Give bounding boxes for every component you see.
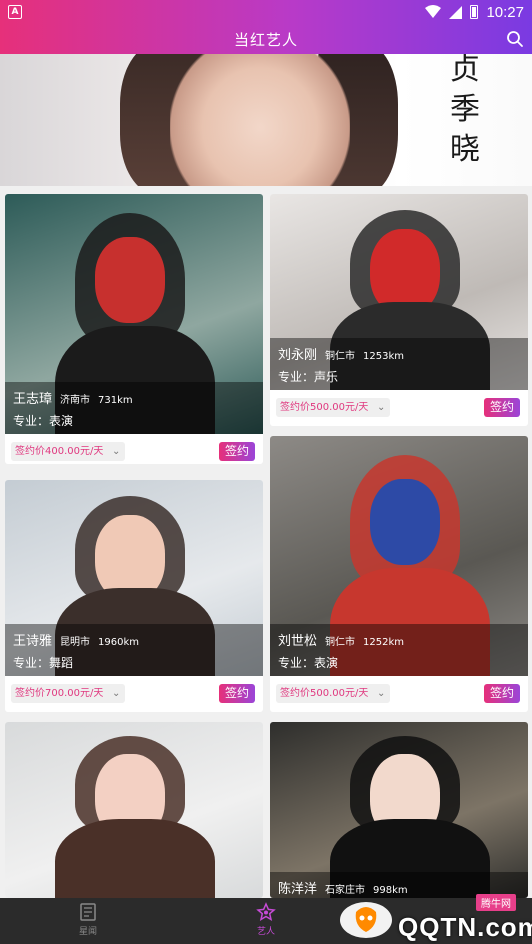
artist-card[interactable]: 陈洋洋 石家庄市 998km [270,722,528,898]
artist-city: 昆明市 [60,637,91,648]
chevron-down-icon: ⌄ [111,446,121,457]
artist-photo-face [95,237,165,324]
artist-name-row: 刘世松 铜仁市 1252km [278,630,404,649]
price-label: 签约价500.00元/天 [280,402,369,413]
artist-name-row: 王诗雅 昆明市 1960km [13,630,139,649]
sign-contract-button[interactable]: 签约 [219,442,255,461]
artist-card-footer: 签约价500.00元/天 ⌄ 签约 [270,390,528,426]
artist-card[interactable] [5,722,263,898]
artist-specialty: 专业：声乐 [278,370,339,384]
watermark-text: QQTN.com [398,912,532,942]
price-dropdown[interactable]: 签约价500.00元/天 ⌄ [276,398,391,417]
nav-item-news[interactable]: 星闻 [58,902,118,937]
artist-name: 刘永刚 [278,348,318,363]
news-icon [80,903,96,921]
artist-card[interactable]: 王志璋 济南市 731km 专业：表演 签约价400.00元/天 ⌄ 签约 [5,194,263,464]
price-label: 签约价400.00元/天 [15,446,104,457]
artist-card-footer: 签约价700.00元/天 ⌄ 签约 [5,676,263,712]
status-time: 10:27 [486,3,524,21]
chevron-down-icon: ⌄ [376,402,386,413]
artist-photo-face [370,479,440,566]
nav-item-artists[interactable]: 艺人 [236,902,296,937]
sign-contract-button[interactable]: 签约 [484,398,520,417]
artist-specialty: 专业：舞蹈 [13,656,74,670]
artist-photo [5,722,263,898]
banner-caption-char: 晓 [450,132,480,167]
price-label: 签约价500.00元/天 [280,688,369,699]
page-title: 当红艺人 [233,30,298,49]
artist-info-overlay: 王诗雅 昆明市 1960km 专业：舞蹈 [5,624,263,676]
artist-info-overlay: 王志璋 济南市 731km 专业：表演 [5,382,263,434]
artist-distance: 1252km [363,637,404,648]
app-notification-icon: A [8,5,22,19]
artist-info-overlay: 刘世松 铜仁市 1252km 专业：表演 [270,624,528,676]
sign-contract-button[interactable]: 签约 [484,684,520,703]
artist-city: 铜仁市 [325,637,356,648]
artist-card[interactable]: 刘世松 铜仁市 1252km 专业：表演 签约价500.00元/天 ⌄ 签约 [270,436,528,712]
artist-name-row: 王志璋 济南市 731km [13,388,133,407]
price-dropdown[interactable]: 签约价700.00元/天 ⌄ [11,684,126,703]
price-dropdown[interactable]: 签约价500.00元/天 ⌄ [276,684,391,703]
artist-specialty: 专业：表演 [278,656,339,670]
signal-icon [449,5,463,19]
sign-contract-button[interactable]: 签约 [219,684,255,703]
watermark-logo-icon [340,902,392,938]
artist-photo-body [55,818,215,898]
banner-caption: 贞季晓 [440,54,490,170]
status-bar: A 10:27 [0,0,532,24]
artist-name: 王诗雅 [13,634,53,649]
artist-name: 王志璋 [13,392,53,407]
artist-info-overlay: 刘永刚 铜仁市 1253km 专业：声乐 [270,338,528,390]
artist-name: 刘世松 [278,634,318,649]
search-icon[interactable] [506,30,524,48]
price-label: 签约价700.00元/天 [15,688,104,699]
artist-card[interactable]: 刘永刚 铜仁市 1253km 专业：声乐 签约价500.00元/天 ⌄ 签约 [270,194,528,426]
artist-card[interactable]: 王诗雅 昆明市 1960km 专业：舞蹈 签约价700.00元/天 ⌄ 签约 [5,480,263,712]
artist-city: 铜仁市 [325,351,356,362]
watermark: QQTN.com 腾牛网 [328,888,532,944]
artist-name-row: 刘永刚 铜仁市 1253km [278,344,404,363]
banner-carousel[interactable]: 贞季晓 [0,54,532,186]
nav-item-label: 艺人 [256,927,275,937]
price-dropdown[interactable]: 签约价400.00元/天 ⌄ [11,442,126,461]
artist-distance: 731km [98,395,133,406]
artist-card-footer: 签约价400.00元/天 ⌄ 签约 [5,434,263,464]
artist-card-footer: 签约价500.00元/天 ⌄ 签约 [270,676,528,712]
artist-specialty: 专业：表演 [13,414,74,428]
artist-name: 陈洋洋 [278,882,318,897]
banner-image-face [170,54,350,186]
nav-item-label: 星闻 [78,927,97,937]
app-bar: 当红艺人 [0,24,532,54]
banner-caption-char: 季 [450,92,480,127]
battery-icon [470,5,479,19]
artist-distance: 1253km [363,351,404,362]
wifi-icon [425,5,442,18]
chevron-down-icon: ⌄ [376,688,386,699]
artist-distance: 1960km [98,637,139,648]
banner-caption-char: 贞 [450,54,480,87]
star-icon [256,902,276,922]
watermark-tag: 腾牛网 [476,894,516,911]
artist-city: 济南市 [60,395,91,406]
chevron-down-icon: ⌄ [111,688,121,699]
